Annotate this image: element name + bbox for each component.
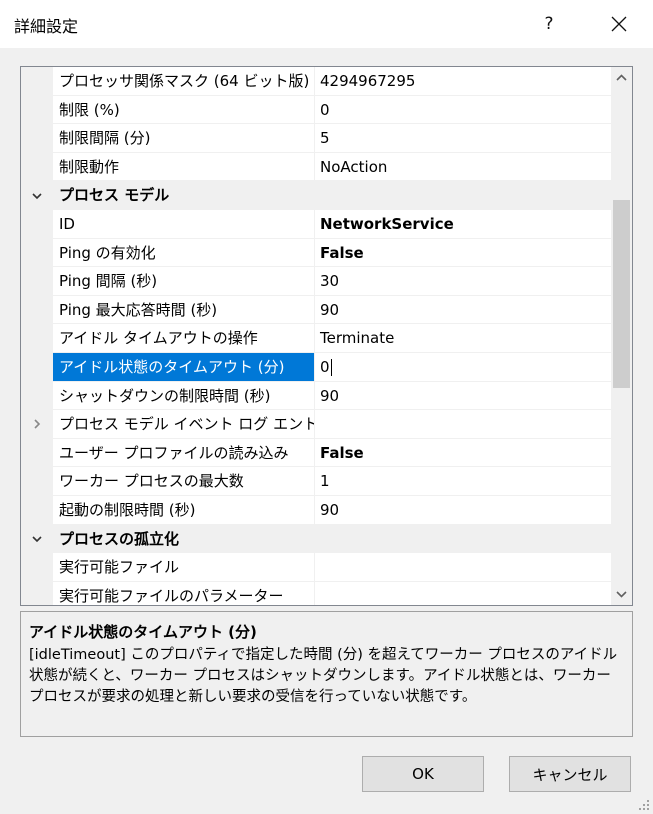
- property-name: アイドル状態のタイムアウト (分): [53, 352, 315, 382]
- property-name: ID: [53, 209, 315, 239]
- row-gutter: [21, 438, 53, 468]
- ok-button[interactable]: OK: [362, 756, 484, 792]
- property-name: 制限 (%): [53, 95, 315, 125]
- property-row[interactable]: 制限間隔 (分) 5: [21, 124, 611, 153]
- property-name: 制限動作: [53, 152, 315, 182]
- property-value[interactable]: [315, 582, 611, 605]
- property-name: Ping 間隔 (秒): [53, 267, 315, 296]
- property-row[interactable]: アイドル タイムアウトの操作 Terminate: [21, 324, 611, 353]
- property-name: 実行可能ファイル: [53, 553, 315, 582]
- property-row[interactable]: ID NetworkService: [21, 209, 611, 239]
- property-name: アイドル タイムアウトの操作: [53, 324, 315, 353]
- property-row[interactable]: Ping の有効化 False: [21, 238, 611, 268]
- window-title: 詳細設定: [14, 17, 79, 36]
- help-button[interactable]: ?: [530, 2, 568, 46]
- row-gutter: [21, 352, 53, 382]
- property-name: ワーカー プロセスの最大数: [53, 467, 315, 496]
- category-label: プロセスの孤立化: [59, 529, 180, 548]
- resize-grip-icon[interactable]: [637, 798, 651, 812]
- property-row[interactable]: Ping 間隔 (秒) 30: [21, 267, 611, 296]
- property-row[interactable]: Ping 最大応答時間 (秒) 90: [21, 295, 611, 325]
- row-gutter: [21, 152, 53, 182]
- property-name: 起動の制限時間 (秒): [53, 495, 315, 525]
- row-gutter: [21, 495, 53, 525]
- property-value[interactable]: 4294967295: [315, 67, 611, 96]
- property-value[interactable]: NoAction: [315, 153, 611, 182]
- property-row[interactable]: プロセッサ関係マスク (64 ビット版) 4294967295: [21, 67, 611, 96]
- property-value[interactable]: 90: [315, 496, 611, 525]
- close-button[interactable]: [597, 2, 641, 46]
- property-value[interactable]: False: [315, 439, 611, 468]
- property-name: Ping 最大応答時間 (秒): [53, 295, 315, 325]
- expanded-chevron-icon: [32, 193, 42, 199]
- property-name: プロセッサ関係マスク (64 ビット版): [53, 67, 315, 96]
- category-label: プロセス モデル: [59, 186, 170, 205]
- property-name: ユーザー プロファイルの読み込み: [53, 438, 315, 468]
- property-value[interactable]: [315, 553, 611, 582]
- property-grid[interactable]: プロセッサ関係マスク (64 ビット版) 4294967295 制限 (%) 0 制限間…: [20, 66, 633, 606]
- property-value[interactable]: [315, 410, 611, 439]
- row-gutter: [21, 209, 53, 239]
- chevron-down-icon: [616, 591, 627, 598]
- row-gutter[interactable]: [21, 410, 53, 439]
- row-gutter[interactable]: [21, 181, 53, 210]
- scroll-down-button[interactable]: [611, 584, 632, 605]
- chevron-up-icon: [616, 74, 627, 81]
- property-rows: プロセッサ関係マスク (64 ビット版) 4294967295 制限 (%) 0 制限間…: [21, 67, 611, 605]
- property-value[interactable]: 0: [315, 353, 611, 382]
- property-name: Ping の有効化: [53, 238, 315, 268]
- title-bar: 詳細設定 ?: [0, 0, 653, 48]
- close-icon: [611, 16, 627, 32]
- property-value[interactable]: 0: [315, 96, 611, 125]
- row-gutter: [21, 324, 53, 353]
- property-value[interactable]: 30: [315, 267, 611, 296]
- property-row[interactable]: ユーザー プロファイルの読み込み False: [21, 438, 611, 468]
- property-value[interactable]: 90: [315, 382, 611, 411]
- vertical-scrollbar[interactable]: [611, 67, 632, 605]
- property-name: 制限間隔 (分): [53, 124, 315, 153]
- category-row[interactable]: プロセス モデル: [21, 181, 611, 210]
- row-gutter: [21, 267, 53, 296]
- description-title: アイドル状態のタイムアウト (分): [29, 623, 257, 641]
- property-row[interactable]: 実行可能ファイル: [21, 553, 611, 582]
- property-value[interactable]: 90: [315, 296, 611, 325]
- cancel-button[interactable]: キャンセル: [509, 756, 631, 792]
- row-gutter: [21, 238, 53, 268]
- category-row[interactable]: プロセスの孤立化: [21, 524, 611, 554]
- property-row[interactable]: 起動の制限時間 (秒) 90: [21, 495, 611, 525]
- property-value[interactable]: Terminate: [315, 324, 611, 353]
- row-gutter[interactable]: [21, 524, 53, 554]
- row-gutter: [21, 553, 53, 582]
- row-gutter: [21, 581, 53, 605]
- property-name: 実行可能ファイルのパラメーター: [53, 581, 315, 605]
- row-gutter: [21, 95, 53, 125]
- property-value[interactable]: NetworkService: [315, 210, 611, 239]
- property-row[interactable]: シャットダウンの制限時間 (秒) 90: [21, 381, 611, 411]
- text-caret: [330, 358, 332, 376]
- property-value[interactable]: 5: [315, 124, 611, 153]
- property-row[interactable]: 制限動作 NoAction: [21, 152, 611, 182]
- property-row[interactable]: ワーカー プロセスの最大数 1: [21, 467, 611, 496]
- property-row[interactable]: 制限 (%) 0: [21, 95, 611, 125]
- description-text: [idleTimeout] このプロパティで指定した時間 (分) を超えてワーカ…: [29, 647, 618, 705]
- row-gutter: [21, 467, 53, 496]
- property-value[interactable]: False: [315, 239, 611, 268]
- scroll-thumb[interactable]: [613, 200, 630, 388]
- row-gutter: [21, 295, 53, 325]
- property-name: シャットダウンの制限時間 (秒): [53, 381, 315, 411]
- property-value[interactable]: 1: [315, 467, 611, 496]
- property-name: プロセス モデル イベント ログ エントリ(: [53, 410, 315, 439]
- row-gutter: [21, 124, 53, 153]
- collapsed-chevron-icon: [34, 419, 41, 429]
- row-gutter: [21, 381, 53, 411]
- property-row[interactable]: プロセス モデル イベント ログ エントリ(: [21, 410, 611, 439]
- description-panel: アイドル状態のタイムアウト (分) [idleTimeout] このプロパティで…: [20, 611, 633, 737]
- property-row[interactable]: アイドル状態のタイムアウト (分) 0: [21, 352, 611, 382]
- scroll-up-button[interactable]: [611, 67, 632, 88]
- row-gutter: [21, 67, 53, 96]
- property-row[interactable]: 実行可能ファイルのパラメーター: [21, 581, 611, 605]
- expanded-chevron-icon: [32, 536, 42, 542]
